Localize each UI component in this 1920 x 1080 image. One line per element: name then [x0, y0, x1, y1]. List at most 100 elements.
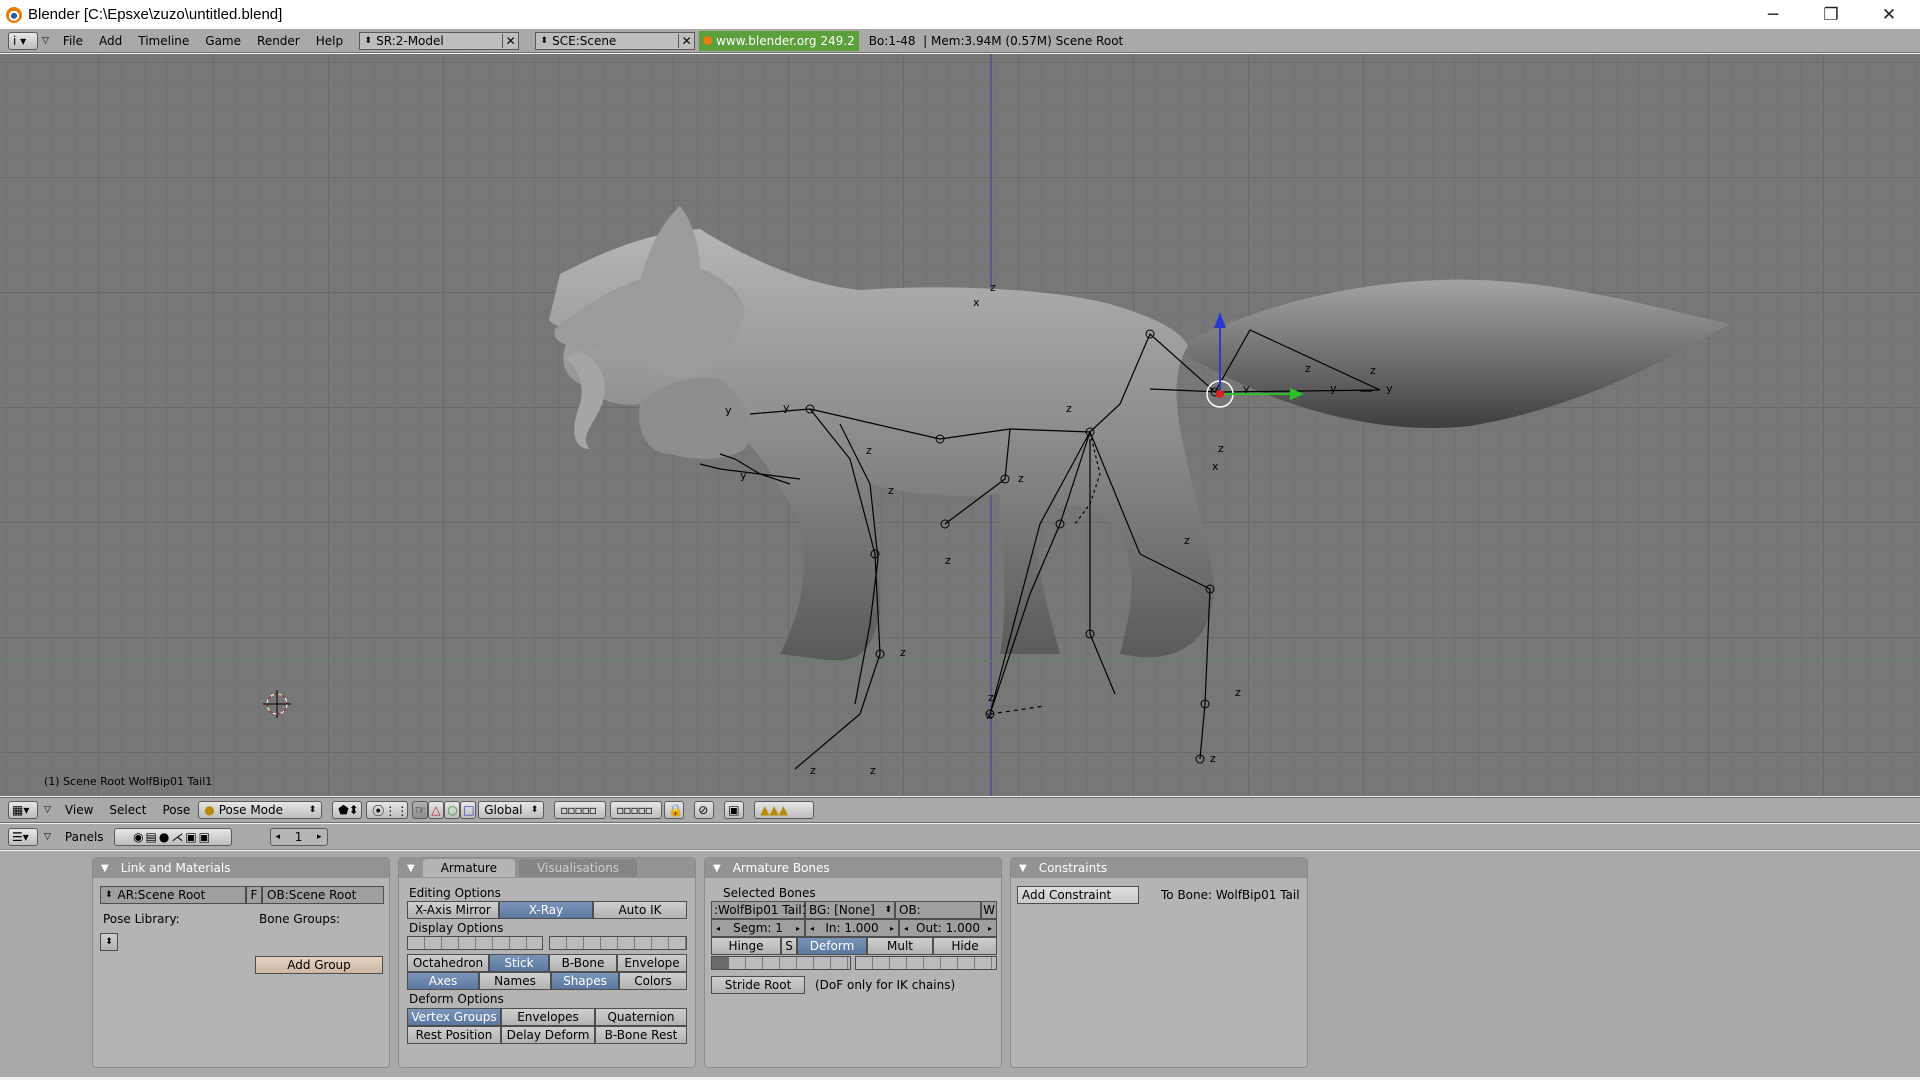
frame-value[interactable]: 1: [295, 830, 303, 844]
bbone-rest-button[interactable]: B-Bone Rest: [595, 1026, 687, 1044]
segments-increment-icon[interactable]: ▸: [796, 924, 800, 933]
delay-deform-button[interactable]: Delay Deform: [501, 1026, 595, 1044]
menu-timeline[interactable]: Timeline: [130, 34, 197, 48]
mode-dropdown-icon[interactable]: ⬍: [309, 805, 317, 815]
context-buttons[interactable]: ◉▤●⋌▣▣: [113, 827, 232, 846]
screen-selector[interactable]: ⬍ SR:2-Model ✕: [359, 31, 520, 50]
in-decrement-icon[interactable]: ◂: [810, 924, 814, 933]
buttons-window-type-icon[interactable]: ☰▾: [8, 827, 38, 846]
viewport-scene[interactable]: zx zx zz zzz zz zz z zy yy zz yyy xz: [0, 54, 1920, 796]
scene-name[interactable]: SCE:Scene: [552, 34, 678, 48]
bbone-out-field[interactable]: ◂ Out: 1.000 ▸: [899, 919, 997, 937]
pose-library-browse-icon[interactable]: ⬍: [100, 933, 118, 951]
envelopes-button[interactable]: Envelopes: [501, 1008, 595, 1026]
menu-help[interactable]: Help: [308, 34, 351, 48]
stride-root-button[interactable]: Stride Root: [711, 976, 805, 994]
menu-view[interactable]: View: [57, 803, 101, 817]
bone-group-value[interactable]: BG: [None]: [809, 903, 884, 917]
octahedron-button[interactable]: Octahedron: [407, 954, 489, 972]
frame-field[interactable]: ◂ 1 ▸: [269, 827, 328, 846]
tab-armature[interactable]: Armature: [422, 859, 516, 877]
render-icon[interactable]: ▣: [724, 801, 745, 819]
menu-select[interactable]: Select: [101, 803, 154, 817]
segments-decrement-icon[interactable]: ◂: [716, 924, 720, 933]
bone-layers-1[interactable]: [407, 936, 543, 950]
colors-button[interactable]: Colors: [619, 972, 687, 990]
frame-prev-icon[interactable]: ◂: [276, 832, 281, 842]
restore-button[interactable]: ❐: [1802, 0, 1860, 29]
copy-paste-pose-icons[interactable]: ▲▲▲: [754, 801, 815, 819]
bone-layers-2[interactable]: [549, 936, 687, 950]
stick-button[interactable]: Stick: [489, 954, 549, 972]
close-button[interactable]: ✕: [1860, 0, 1918, 29]
names-button[interactable]: Names: [479, 972, 551, 990]
info-window-type-icon[interactable]: i ▾: [8, 31, 38, 50]
blender-website-link[interactable]: www.blender.org 249.2: [699, 30, 859, 51]
screen-delete-icon[interactable]: ✕: [502, 33, 518, 48]
shapes-button[interactable]: Shapes: [551, 972, 619, 990]
menu-render[interactable]: Render: [249, 34, 308, 48]
armature-name[interactable]: AR:Scene Root: [118, 888, 206, 902]
orientation-label[interactable]: Global: [484, 803, 522, 817]
add-constraint-button[interactable]: Add Constraint: [1017, 886, 1139, 904]
bbone-in-field[interactable]: ◂ In: 1.000 ▸: [805, 919, 899, 937]
menu-add[interactable]: Add: [91, 34, 130, 48]
scene-browse-icon[interactable]: ⬍: [536, 36, 552, 46]
link-panel-header[interactable]: ▼ Link and Materials: [93, 858, 389, 878]
collapse-menu-icon-3[interactable]: ▽: [44, 832, 51, 842]
segments-value[interactable]: Segm: 1: [733, 921, 783, 935]
screen-name[interactable]: SR:2-Model: [376, 34, 502, 48]
custom-shape-wire-button[interactable]: W: [981, 901, 997, 919]
menu-pose[interactable]: Pose: [154, 803, 198, 817]
manipulator-toggle-icon[interactable]: ☞: [412, 801, 429, 819]
vertex-groups-button[interactable]: Vertex Groups: [407, 1008, 501, 1026]
collapse-menu-icon[interactable]: ▽: [42, 36, 49, 46]
panel-collapse-icon-3[interactable]: ▼: [713, 863, 721, 874]
bone-name-field[interactable]: :WolfBip01 Tail1: [711, 901, 809, 919]
layer-buttons-1[interactable]: ▫▫▫▫▫: [554, 801, 607, 819]
bone-group-dropdown-icon[interactable]: ⬍: [884, 905, 894, 915]
scale-manipulator-icon[interactable]: □: [460, 801, 477, 819]
rotate-manipulator-icon[interactable]: ○: [444, 801, 461, 819]
pivot-button[interactable]: ⦿⋮⋮: [366, 801, 408, 819]
draw-type-button[interactable]: ⬟⬍: [332, 801, 363, 819]
add-group-button[interactable]: Add Group: [255, 956, 383, 974]
rest-position-button[interactable]: Rest Position: [407, 1026, 501, 1044]
bone-layer-buttons-2[interactable]: [855, 956, 997, 970]
panel-collapse-icon-2[interactable]: ▼: [407, 863, 415, 874]
hide-button[interactable]: Hide: [933, 937, 997, 955]
mode-label[interactable]: Pose Mode: [215, 803, 309, 817]
out-decrement-icon[interactable]: ◂: [904, 924, 908, 933]
screen-browse-icon[interactable]: ⬍: [360, 36, 376, 46]
mult-button[interactable]: Mult: [867, 937, 933, 955]
mode-selector[interactable]: ● Pose Mode ⬍: [198, 801, 323, 819]
3d-viewport[interactable]: zx zx zz zzz zz zz zzy yy zz yyy xz (1) …: [0, 54, 1920, 796]
bones-panel-header[interactable]: ▼ Armature Bones: [705, 858, 1001, 878]
menu-file[interactable]: File: [55, 34, 91, 48]
blender-version[interactable]: www.blender.org 249.2: [716, 34, 855, 48]
collapse-menu-icon-2[interactable]: ▽: [44, 805, 51, 815]
panel-collapse-icon[interactable]: ▼: [101, 863, 109, 874]
panel-collapse-icon-4[interactable]: ▼: [1019, 863, 1027, 874]
panels-label[interactable]: Panels: [65, 830, 104, 844]
ghost-icon[interactable]: ⊘: [694, 801, 715, 819]
armature-browse-icon[interactable]: ⬍: [105, 890, 113, 900]
bbone-button[interactable]: B-Bone: [549, 954, 617, 972]
custom-shape-object-field[interactable]: OB:: [895, 901, 981, 919]
segments-field[interactable]: ◂ Segm: 1 ▸: [711, 919, 805, 937]
fake-user-button[interactable]: F: [246, 886, 262, 904]
envelope-button[interactable]: Envelope: [617, 954, 687, 972]
object-name-field[interactable]: OB:Scene Root: [262, 886, 384, 904]
translate-manipulator-icon[interactable]: △: [428, 801, 445, 819]
scale-inherit-button[interactable]: S: [781, 937, 797, 955]
xaxis-mirror-button[interactable]: X-Axis Mirror: [407, 901, 499, 919]
out-increment-icon[interactable]: ▸: [988, 924, 992, 933]
layer-buttons-2[interactable]: ▫▫▫▫▫: [610, 801, 663, 819]
lock-icon[interactable]: 🔒: [664, 801, 685, 819]
hinge-button[interactable]: Hinge: [711, 937, 781, 955]
orientation-selector[interactable]: Global ⬍: [478, 801, 545, 819]
bone-layer-buttons-1[interactable]: [711, 956, 851, 970]
deform-button[interactable]: Deform: [797, 937, 867, 955]
tab-visualisations[interactable]: Visualisations: [519, 859, 638, 877]
orientation-dropdown-icon[interactable]: ⬍: [531, 805, 539, 815]
